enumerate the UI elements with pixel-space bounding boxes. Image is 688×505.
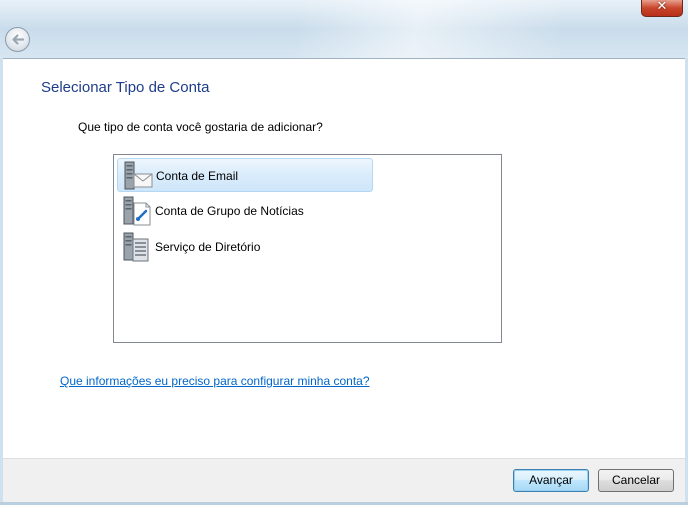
close-button[interactable]: ✕ [641,0,683,17]
account-type-list[interactable]: Conta de Email Conta de Grupo de Notícia… [113,154,502,343]
question-label: Que tipo de conta você gostaria de adici… [78,120,323,134]
newsgroup-server-icon [123,196,151,226]
list-item-label: Serviço de Diretório [155,240,261,254]
list-item-label: Conta de Grupo de Notícias [155,204,304,218]
title-bar [0,0,688,58]
back-arrow-icon [12,34,25,45]
email-server-icon [124,161,153,190]
page-title: Selecionar Tipo de Conta [41,79,210,96]
list-item-directory-service[interactable]: Serviço de Diretório [117,230,373,264]
list-item-newsgroup-account[interactable]: Conta de Grupo de Notícias [117,194,373,228]
directory-server-icon [123,232,149,262]
list-item-label: Conta de Email [156,169,239,183]
next-button[interactable]: Avançar [513,469,589,492]
cancel-button[interactable]: Cancelar [598,469,674,492]
back-button[interactable] [5,27,30,52]
help-link[interactable]: Que informações eu preciso para configur… [60,374,370,388]
close-icon: ✕ [656,0,668,14]
list-item-email-account[interactable]: Conta de Email [117,158,373,192]
